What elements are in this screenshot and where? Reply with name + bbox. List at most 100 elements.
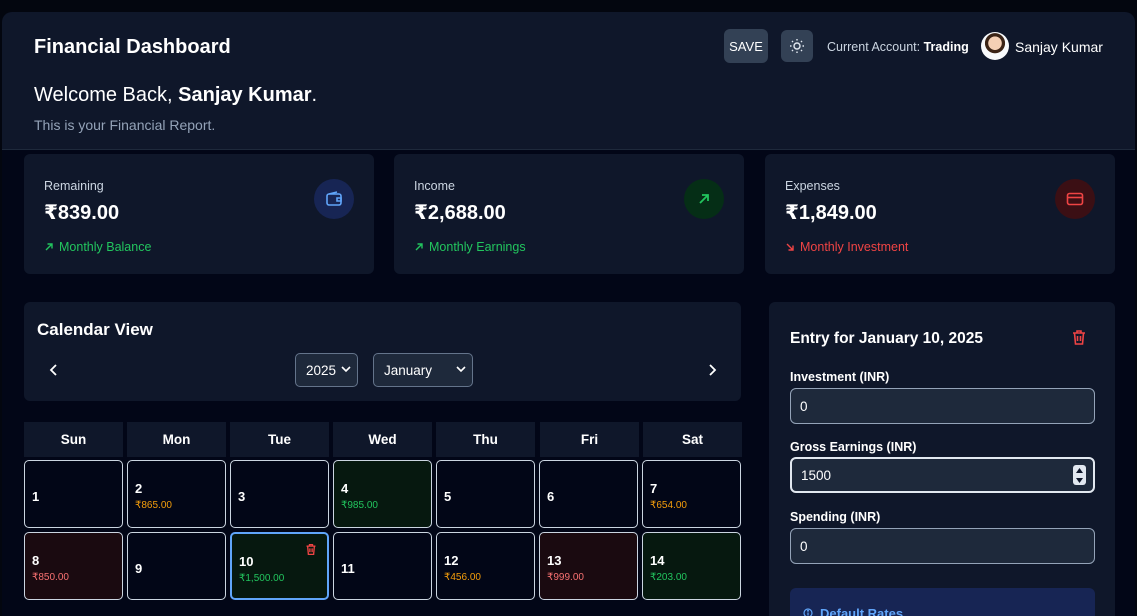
- welcome-heading: Welcome Back, Sanjay Kumar.: [34, 84, 317, 107]
- weekday-label: Sun: [24, 422, 123, 457]
- calendar-day[interactable]: 13 ₹999.00: [539, 532, 638, 600]
- welcome-prefix: Welcome Back,: [34, 84, 173, 106]
- stat-card-remaining: Remaining ₹839.00 Monthly Balance: [24, 154, 374, 274]
- day-amount: ₹1,500.00: [239, 573, 285, 584]
- day-number: 5: [444, 489, 452, 504]
- day-amount: ₹985.00: [341, 500, 378, 511]
- chevron-down-icon: [341, 366, 351, 373]
- wallet-icon: [314, 179, 354, 219]
- calendar-day[interactable]: 12 ₹456.00: [436, 532, 535, 600]
- stat-note-text: Monthly Balance: [59, 240, 152, 254]
- default-rates-label: Default Rates: [820, 606, 904, 616]
- trash-icon: [306, 543, 316, 556]
- next-month-button[interactable]: [702, 360, 722, 380]
- day-amount: ₹203.00: [650, 572, 687, 583]
- stat-value: ₹839.00: [44, 202, 120, 224]
- day-number: 1: [32, 489, 40, 504]
- investment-input[interactable]: 0: [790, 388, 1095, 424]
- chevron-right-icon: [709, 364, 717, 376]
- entry-title: Entry for January 10, 2025: [790, 330, 983, 347]
- app-title: Financial Dashboard: [34, 36, 231, 58]
- stat-value: ₹2,688.00: [414, 202, 506, 224]
- weekday-label: Wed: [333, 422, 432, 457]
- stat-label: Expenses: [785, 179, 840, 193]
- stat-card-income: Income ₹2,688.00 Monthly Earnings: [394, 154, 744, 274]
- stepper-up-icon[interactable]: [1076, 467, 1083, 473]
- dashboard-window: Financial Dashboard SAVE Current Account…: [2, 12, 1135, 616]
- stat-label: Income: [414, 179, 455, 193]
- day-amount: ₹456.00: [444, 572, 481, 583]
- calendar-day[interactable]: 3: [230, 460, 329, 528]
- year-select[interactable]: 2025: [295, 353, 358, 387]
- stat-note-text: Monthly Earnings: [429, 240, 526, 254]
- stat-value: ₹1,849.00: [785, 202, 877, 224]
- stat-note: Monthly Balance: [44, 240, 151, 254]
- user-name[interactable]: Sanjay Kumar: [1015, 39, 1103, 55]
- stat-note-text: Monthly Investment: [800, 240, 909, 254]
- year-value: 2025: [306, 362, 337, 378]
- day-number: 8: [32, 553, 40, 568]
- calendar-day[interactable]: 1: [24, 460, 123, 528]
- investment-value: 0: [800, 398, 808, 414]
- calendar-day[interactable]: 2 ₹865.00: [127, 460, 226, 528]
- save-button[interactable]: SAVE: [724, 29, 768, 63]
- stat-label: Remaining: [44, 179, 104, 193]
- welcome-subtitle: This is your Financial Report.: [34, 117, 216, 133]
- day-amount: ₹999.00: [547, 572, 584, 583]
- day-number: 9: [135, 561, 143, 576]
- header: Financial Dashboard SAVE Current Account…: [2, 12, 1135, 150]
- day-number: 3: [238, 489, 246, 504]
- number-stepper[interactable]: [1073, 465, 1086, 485]
- spending-label: Spending (INR): [790, 510, 881, 524]
- month-value: January: [384, 362, 433, 378]
- day-number: 12: [444, 553, 459, 568]
- spending-input[interactable]: 0: [790, 528, 1095, 564]
- calendar-panel: Calendar View 2025 January: [24, 302, 741, 401]
- credit-card-icon: [1055, 179, 1095, 219]
- delete-day-button[interactable]: [305, 543, 317, 561]
- calendar-day[interactable]: 9: [127, 532, 226, 600]
- day-amount: ₹850.00: [32, 572, 69, 583]
- calendar-day[interactable]: 5: [436, 460, 535, 528]
- calendar-day[interactable]: 14 ₹203.00: [642, 532, 741, 600]
- day-number: 11: [341, 561, 355, 576]
- month-select[interactable]: January: [373, 353, 473, 387]
- weekday-label: Mon: [127, 422, 226, 457]
- stepper-down-icon[interactable]: [1076, 477, 1083, 483]
- theme-toggle-button[interactable]: [781, 30, 813, 62]
- avatar[interactable]: [981, 32, 1009, 60]
- prev-month-button[interactable]: [44, 360, 64, 380]
- calendar-day[interactable]: 6: [539, 460, 638, 528]
- account-prefix: Current Account:: [827, 40, 921, 54]
- trash-icon: [1073, 330, 1085, 345]
- sun-icon: [790, 39, 804, 53]
- delete-entry-button[interactable]: [1071, 329, 1087, 351]
- day-number: 7: [650, 481, 658, 496]
- stat-note: Monthly Investment: [785, 240, 908, 254]
- day-amount: ₹865.00: [135, 500, 172, 511]
- stat-card-expenses: Expenses ₹1,849.00 Monthly Investment: [765, 154, 1115, 274]
- trend-down-icon: [786, 243, 794, 251]
- weekday-header: Sun Mon Tue Wed Thu Fri Sat: [24, 422, 742, 457]
- chevron-down-icon: [456, 366, 466, 373]
- day-number: 6: [547, 489, 555, 504]
- info-icon: [803, 608, 813, 616]
- calendar-day[interactable]: 11: [333, 532, 432, 600]
- day-number: 4: [341, 481, 349, 496]
- default-rates-panel[interactable]: Default Rates: [790, 588, 1095, 616]
- trend-up-icon: [415, 243, 423, 251]
- current-account: Current Account: Trading: [827, 40, 969, 54]
- investment-label: Investment (INR): [790, 370, 890, 384]
- weekday-label: Tue: [230, 422, 329, 457]
- calendar-day[interactable]: 7 ₹654.00: [642, 460, 741, 528]
- calendar-day[interactable]: 8 ₹850.00: [24, 532, 123, 600]
- account-name: Trading: [923, 40, 969, 54]
- calendar-day[interactable]: 10 ₹1,500.00: [230, 532, 329, 600]
- chevron-left-icon: [49, 364, 57, 376]
- calendar-day[interactable]: 4 ₹985.00: [333, 460, 432, 528]
- gross-earnings-input[interactable]: 1500: [790, 457, 1095, 493]
- day-number: 13: [547, 553, 562, 568]
- weekday-label: Fri: [540, 422, 639, 457]
- spending-value: 0: [800, 538, 808, 554]
- weekday-label: Thu: [436, 422, 535, 457]
